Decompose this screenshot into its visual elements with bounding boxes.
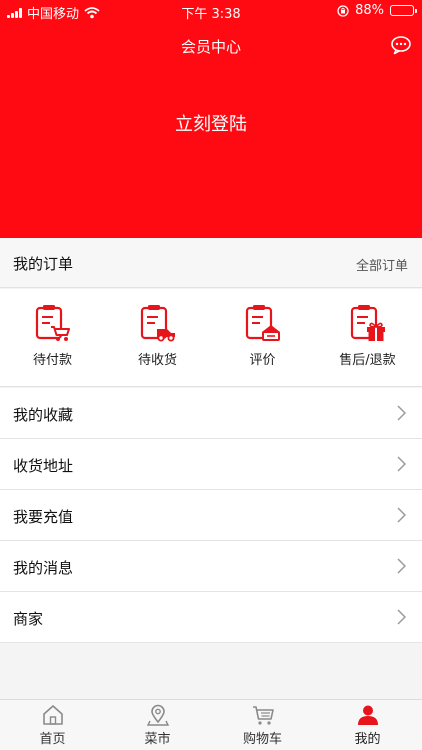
tab-home[interactable]: 首页: [0, 704, 105, 747]
order-after-sale-refund[interactable]: 售后/退款: [315, 303, 420, 368]
location-pin-icon: [146, 704, 169, 726]
review-icon: [245, 305, 280, 341]
home-icon: [42, 705, 63, 725]
chevron-right-icon: [397, 456, 406, 472]
menu-item-label: 我要充值: [13, 508, 74, 526]
order-pending-payment[interactable]: 待付款: [0, 303, 105, 368]
status-right: 88%: [337, 3, 417, 18]
battery-icon: [390, 5, 417, 16]
pending-payment-icon: [35, 305, 70, 341]
member-menu: 我的收藏 收货地址 我要充值 我的消息 商家: [0, 388, 422, 643]
menu-item-label: 商家: [13, 610, 44, 628]
tab-cart-label: 购物车: [242, 732, 282, 747]
order-status-row: 待付款 待收货 评价 售后/退款: [0, 289, 422, 387]
menu-item-label: 收货地址: [13, 457, 74, 475]
bottom-tab-bar: 首页 菜市 购物车 我的: [0, 699, 422, 750]
tab-market-label: 菜市: [144, 732, 171, 747]
chevron-right-icon: [397, 609, 406, 625]
menu-item-messages[interactable]: 我的消息: [0, 541, 422, 592]
menu-item-label: 我的消息: [13, 559, 74, 577]
orientation-lock-icon: [337, 4, 349, 17]
status-bar: 中国移动 下午 3:38 88%: [0, 0, 422, 22]
order-pending-payment-label: 待付款: [32, 353, 72, 368]
orders-title: 我的订单: [13, 255, 74, 273]
tab-mine[interactable]: 我的: [315, 704, 420, 747]
chevron-right-icon: [397, 558, 406, 574]
login-button[interactable]: 立刻登陆: [0, 110, 422, 136]
order-review[interactable]: 评价: [210, 303, 315, 368]
battery-percent: 88%: [355, 3, 384, 18]
chevron-right-icon: [397, 507, 406, 523]
page-title: 会员中心: [180, 38, 241, 56]
chat-bubble-icon[interactable]: [390, 35, 412, 55]
tab-mine-label: 我的: [354, 732, 381, 747]
pending-delivery-icon: [140, 305, 175, 342]
menu-item-merchant[interactable]: 商家: [0, 592, 422, 643]
order-review-label: 评价: [249, 353, 276, 368]
menu-item-address[interactable]: 收货地址: [0, 439, 422, 490]
order-pending-delivery[interactable]: 待收货: [105, 303, 210, 368]
menu-item-favorites[interactable]: 我的收藏: [0, 388, 422, 439]
member-header: 中国移动 下午 3:38 88% 会员中心 立刻登陆: [0, 0, 422, 238]
user-icon: [357, 705, 378, 725]
tab-home-label: 首页: [39, 732, 66, 747]
menu-item-recharge[interactable]: 我要充值: [0, 490, 422, 541]
order-pending-delivery-label: 待收货: [137, 353, 177, 368]
orders-header: 我的订单 全部订单: [0, 238, 422, 288]
menu-item-label: 我的收藏: [13, 406, 74, 424]
tab-cart[interactable]: 购物车: [210, 704, 315, 747]
order-after-sale-refund-label: 售后/退款: [339, 353, 396, 368]
all-orders-link[interactable]: 全部订单: [356, 255, 408, 274]
chevron-right-icon: [397, 405, 406, 421]
cart-icon: [252, 706, 274, 725]
tab-market[interactable]: 菜市: [105, 704, 210, 747]
after-sale-refund-icon: [350, 305, 385, 341]
